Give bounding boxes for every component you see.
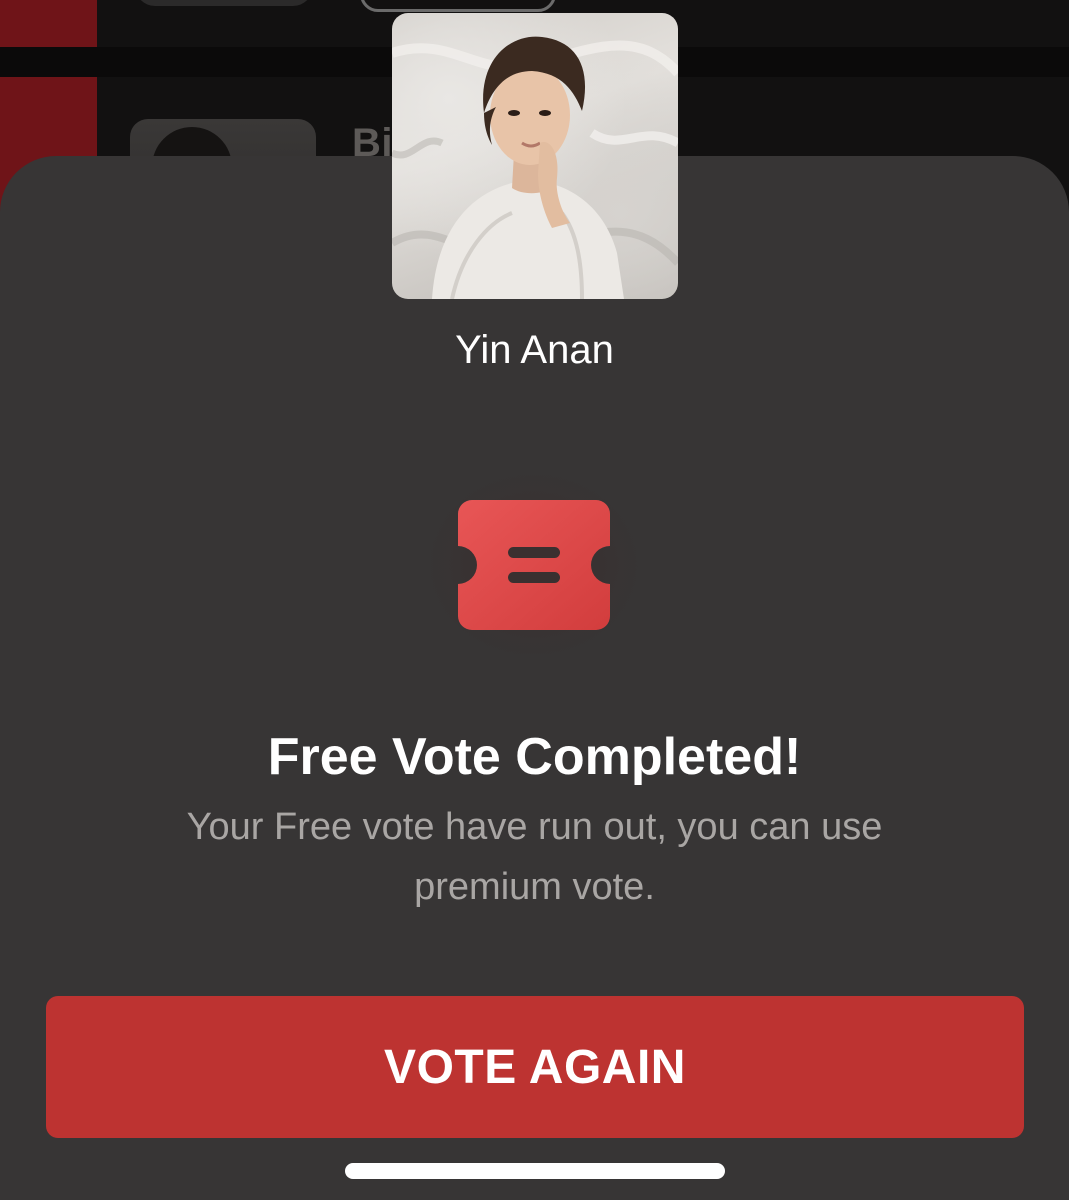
dialog-message: Your Free vote have run out, you can use… (186, 806, 883, 908)
vote-again-button[interactable]: VOTE AGAIN (46, 996, 1024, 1138)
artist-thumbnail (135, 0, 313, 6)
dialog-title: Free Vote Completed! (267, 728, 802, 786)
artist-photo (392, 13, 678, 299)
vote-pill-button[interactable] (360, 0, 556, 12)
home-indicator[interactable] (345, 1163, 725, 1179)
artist-photo-illustration (392, 36, 678, 299)
artist-name: Yin Anan (455, 328, 614, 372)
ticket-icon (458, 500, 610, 630)
rank-strip (0, 0, 97, 47)
